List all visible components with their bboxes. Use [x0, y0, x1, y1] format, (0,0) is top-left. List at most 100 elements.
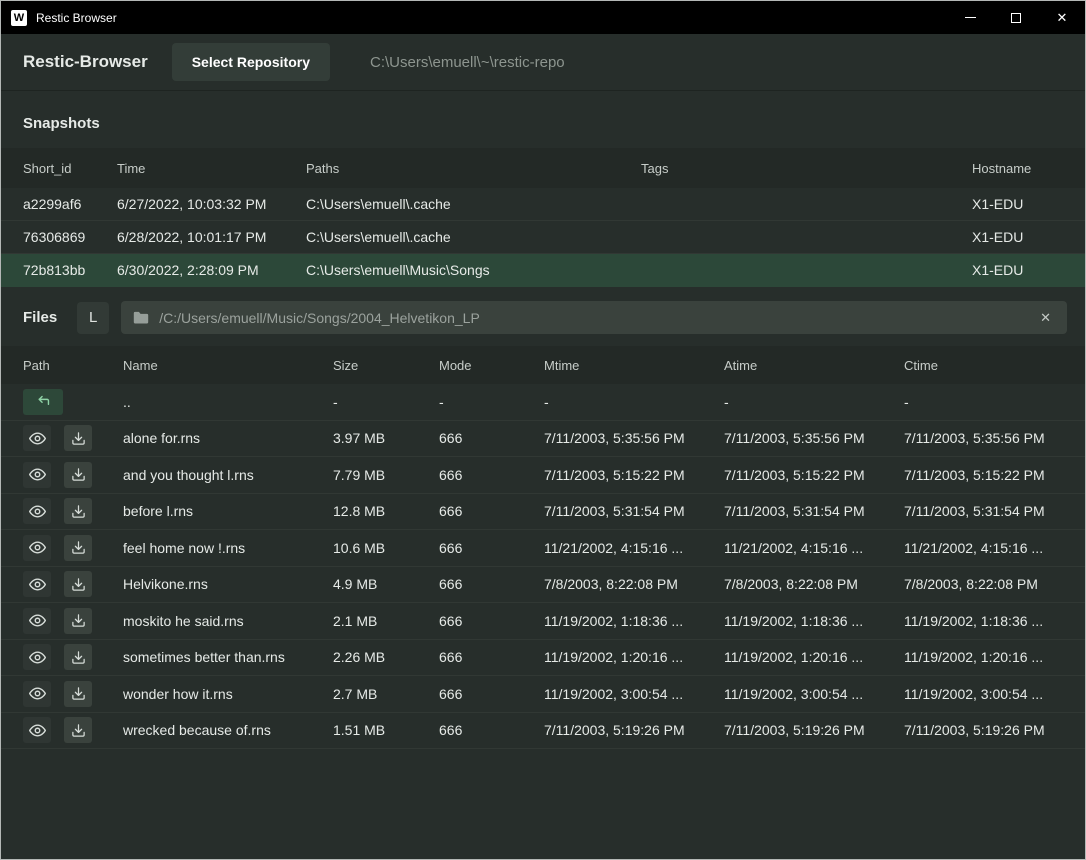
file-size: - — [333, 394, 439, 410]
files-table-header: Path Name Size Mode Mtime Atime Ctime — [1, 346, 1085, 384]
download-file-button[interactable] — [64, 535, 92, 561]
eye-icon — [29, 685, 46, 702]
download-file-button[interactable] — [64, 498, 92, 524]
maximize-icon — [1011, 13, 1021, 23]
folder-icon — [133, 311, 149, 324]
eye-icon — [29, 466, 46, 483]
preview-file-button[interactable] — [23, 462, 51, 488]
file-size: 1.51 MB — [333, 722, 439, 738]
file-atime: 11/21/2002, 4:15:16 ... — [724, 540, 904, 556]
snapshot-short-id: 76306869 — [23, 229, 117, 245]
download-file-button[interactable] — [64, 717, 92, 743]
snapshots-col-paths: Paths — [306, 161, 641, 176]
download-file-button[interactable] — [64, 462, 92, 488]
file-size: 10.6 MB — [333, 540, 439, 556]
file-mode: 666 — [439, 467, 544, 483]
file-row: feel home now !.rns10.6 MB66611/21/2002,… — [1, 530, 1085, 567]
snapshot-time: 6/27/2022, 10:03:32 PM — [117, 196, 306, 212]
file-mode: 666 — [439, 686, 544, 702]
eye-icon — [29, 722, 46, 739]
file-row: Helvikone.rns4.9 MB6667/8/2003, 8:22:08 … — [1, 567, 1085, 604]
download-file-button[interactable] — [64, 608, 92, 634]
file-size: 2.7 MB — [333, 686, 439, 702]
snapshot-row[interactable]: 72b813bb6/30/2022, 2:28:09 PMC:\Users\em… — [1, 254, 1085, 287]
file-mode: 666 — [439, 576, 544, 592]
file-ctime: 7/11/2003, 5:19:26 PM — [904, 722, 1063, 738]
snapshots-table-header: Short_id Time Paths Tags Hostname — [1, 148, 1085, 188]
download-file-button[interactable] — [64, 644, 92, 670]
file-mtime: 11/19/2002, 1:18:36 ... — [544, 613, 724, 629]
snapshot-hostname: X1-EDU — [972, 196, 1063, 212]
preview-file-button[interactable] — [23, 571, 51, 597]
files-col-size: Size — [333, 358, 439, 373]
maximize-button[interactable] — [993, 1, 1039, 34]
parent-dir-row: ..----- — [1, 384, 1085, 421]
snapshot-row[interactable]: a2299af66/27/2022, 10:03:32 PMC:\Users\e… — [1, 188, 1085, 221]
file-size: 2.26 MB — [333, 649, 439, 665]
file-ctime: 11/19/2002, 1:18:36 ... — [904, 613, 1063, 629]
file-row: sometimes better than.rns2.26 MB66611/19… — [1, 640, 1085, 677]
files-col-path: Path — [23, 358, 123, 373]
snapshots-col-hostname: Hostname — [972, 161, 1063, 176]
file-row: wonder how it.rns2.7 MB66611/19/2002, 3:… — [1, 676, 1085, 713]
snapshot-hostname: X1-EDU — [972, 229, 1063, 245]
files-col-mtime: Mtime — [544, 358, 724, 373]
file-name: moskito he said.rns — [123, 613, 333, 629]
file-name: wrecked because of.rns — [123, 722, 333, 738]
file-atime: 7/11/2003, 5:35:56 PM — [724, 430, 904, 446]
up-arrow-icon — [35, 393, 52, 410]
preview-file-button[interactable] — [23, 717, 51, 743]
file-mode: 666 — [439, 613, 544, 629]
download-file-button[interactable] — [64, 425, 92, 451]
file-row: moskito he said.rns2.1 MB66611/19/2002, … — [1, 603, 1085, 640]
file-mode: 666 — [439, 503, 544, 519]
eye-icon — [29, 430, 46, 447]
close-button[interactable]: ✕ — [1039, 1, 1085, 34]
file-name: and you thought l.rns — [123, 467, 333, 483]
snapshots-section-title: Snapshots — [1, 91, 1085, 148]
file-row: before l.rns12.8 MB6667/11/2003, 5:31:54… — [1, 494, 1085, 531]
preview-file-button[interactable] — [23, 535, 51, 561]
eye-icon — [29, 649, 46, 666]
download-icon — [71, 577, 86, 592]
file-size: 3.97 MB — [333, 430, 439, 446]
clear-path-button[interactable]: ✕ — [1036, 308, 1055, 328]
app-logo-icon: W — [11, 10, 27, 26]
file-mtime: 11/19/2002, 3:00:54 ... — [544, 686, 724, 702]
file-name: Helvikone.rns — [123, 576, 333, 592]
download-file-button[interactable] — [64, 571, 92, 597]
minimize-icon — [965, 17, 976, 18]
download-file-button[interactable] — [64, 681, 92, 707]
file-ctime: 11/19/2002, 3:00:54 ... — [904, 686, 1063, 702]
file-mode: 666 — [439, 722, 544, 738]
app-title: Restic-Browser — [23, 52, 148, 72]
titlebar: W Restic Browser ✕ — [1, 1, 1085, 34]
file-name: .. — [123, 394, 333, 410]
tree-view-toggle-button[interactable]: L — [77, 302, 109, 334]
download-icon — [71, 723, 86, 738]
files-col-mode: Mode — [439, 358, 544, 373]
file-ctime: 11/21/2002, 4:15:16 ... — [904, 540, 1063, 556]
snapshot-time: 6/28/2022, 10:01:17 PM — [117, 229, 306, 245]
file-size: 12.8 MB — [333, 503, 439, 519]
select-repository-button[interactable]: Select Repository — [172, 43, 330, 81]
file-path-field[interactable]: /C:/Users/emuell/Music/Songs/2004_Helvet… — [121, 301, 1067, 334]
clear-x-icon: ✕ — [1040, 310, 1051, 325]
snapshot-row[interactable]: 763068696/28/2022, 10:01:17 PMC:\Users\e… — [1, 221, 1085, 254]
file-row: alone for.rns3.97 MB6667/11/2003, 5:35:5… — [1, 421, 1085, 458]
snapshots-col-tags: Tags — [641, 161, 972, 176]
preview-file-button[interactable] — [23, 644, 51, 670]
close-icon: ✕ — [1057, 11, 1068, 24]
file-ctime: 7/11/2003, 5:15:22 PM — [904, 467, 1063, 483]
download-icon — [71, 613, 86, 628]
file-name: sometimes better than.rns — [123, 649, 333, 665]
preview-file-button[interactable] — [23, 425, 51, 451]
preview-file-button[interactable] — [23, 681, 51, 707]
app-window: W Restic Browser ✕ Restic-Browser Select… — [0, 0, 1086, 860]
up-directory-button[interactable] — [23, 389, 63, 415]
preview-file-button[interactable] — [23, 498, 51, 524]
snapshots-table-body: a2299af66/27/2022, 10:03:32 PMC:\Users\e… — [1, 188, 1085, 287]
minimize-button[interactable] — [947, 1, 993, 34]
preview-file-button[interactable] — [23, 608, 51, 634]
file-atime: 7/11/2003, 5:19:26 PM — [724, 722, 904, 738]
